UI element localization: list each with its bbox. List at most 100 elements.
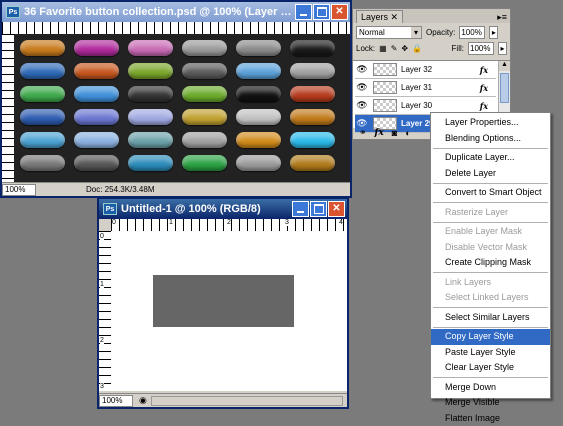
glossy-button-shape — [236, 132, 281, 148]
adjustment-layer-icon[interactable]: ◐ — [405, 128, 410, 138]
layer-name: Layer 30 — [401, 101, 432, 110]
visibility-eye-icon[interactable]: 👁 — [355, 64, 369, 75]
layer-thumbnail — [373, 63, 397, 76]
menu-item-link-layers: Link Layers — [431, 275, 550, 291]
fx-icon[interactable]: fx — [480, 65, 488, 75]
menu-item-convert-smart-object[interactable]: Convert to Smart Object — [431, 185, 550, 201]
menu-separator — [433, 307, 548, 308]
fill-field[interactable]: 100% — [468, 42, 494, 55]
glossy-button-shape — [290, 63, 335, 79]
untitled-titlebar[interactable]: Ps Untitled-1 @ 100% (RGB/8) — [99, 199, 347, 219]
layer-row[interactable]: 👁 Layer 32 fx — [355, 61, 496, 79]
menu-item-paste-layer-style[interactable]: Paste Layer Style — [431, 345, 550, 361]
visibility-eye-icon[interactable]: 👁 — [355, 100, 369, 111]
lock-label: Lock: — [356, 44, 375, 53]
menu-separator — [433, 327, 548, 328]
layer-name: Layer 31 — [401, 83, 432, 92]
glossy-button-shape — [74, 40, 119, 56]
layer-context-menu[interactable]: Layer Properties... Blending Options... … — [430, 112, 551, 399]
glossy-button-shape — [128, 40, 173, 56]
fx-icon[interactable]: fx — [480, 101, 488, 111]
ruler-label: 3 — [100, 383, 104, 390]
glossy-button-shape — [236, 155, 281, 171]
menu-item-blending-options[interactable]: Blending Options... — [431, 131, 550, 147]
opacity-arrow-icon[interactable]: ▸ — [489, 26, 498, 39]
close-button[interactable] — [331, 4, 348, 20]
glossy-button-shape — [20, 109, 65, 125]
vertical-ruler — [2, 34, 14, 182]
add-mask-icon[interactable]: ◙ — [392, 128, 397, 138]
menu-separator — [433, 222, 548, 223]
fx-add-style-icon[interactable]: fx — [375, 128, 384, 138]
ruler-label: 2 — [227, 219, 231, 226]
ruler-label: 2 — [100, 337, 104, 344]
menu-item-clear-layer-style[interactable]: Clear Layer Style — [431, 360, 550, 376]
glossy-button-shape — [74, 132, 119, 148]
lock-transparent-icon[interactable]: ▦ — [379, 44, 387, 53]
gray-rectangle-shape[interactable] — [153, 275, 294, 327]
menu-item-select-similar-layers[interactable]: Select Similar Layers — [431, 310, 550, 326]
glossy-button-shape — [290, 86, 335, 102]
document-window-buttons[interactable]: Ps 36 Favorite button collection.psd @ 1… — [0, 0, 352, 198]
zoom-field[interactable]: 100% — [2, 184, 36, 196]
menu-item-flatten-image[interactable]: Flatten Image — [431, 411, 550, 426]
canvas[interactable] — [111, 231, 347, 391]
horizontal-scrollbar[interactable] — [151, 396, 343, 406]
minimize-button[interactable] — [292, 201, 309, 217]
lock-pixels-icon[interactable]: ✎ — [391, 44, 398, 53]
lock-all-icon[interactable]: 🔒 — [412, 44, 422, 53]
panel-menu-icon[interactable]: ▸≡ — [497, 12, 507, 23]
close-button[interactable] — [328, 201, 345, 217]
tab-layers[interactable]: Layers ✕ — [356, 10, 403, 23]
layer-thumbnail — [373, 81, 397, 94]
glossy-button-shape — [74, 86, 119, 102]
glossy-button-shape — [20, 86, 65, 102]
visibility-eye-icon[interactable]: 👁 — [355, 82, 369, 93]
menu-item-duplicate-layer[interactable]: Duplicate Layer... — [431, 150, 550, 166]
blend-mode-select[interactable]: Normal▾ — [356, 26, 422, 39]
menu-item-copy-layer-style[interactable]: Copy Layer Style — [431, 329, 550, 345]
menu-separator — [433, 202, 548, 203]
maximize-button[interactable] — [310, 201, 327, 217]
canvas[interactable] — [14, 34, 350, 182]
close-icon[interactable]: ✕ — [391, 12, 399, 22]
vertical-ruler: 0 1 2 3 — [99, 231, 111, 391]
glossy-button-shape — [128, 132, 173, 148]
menu-item-create-clipping-mask[interactable]: Create Clipping Mask — [431, 255, 550, 271]
glossy-button-shape — [290, 109, 335, 125]
glossy-button-shape — [20, 63, 65, 79]
glossy-button-shape — [182, 86, 227, 102]
layers-tab-label: Layers — [361, 12, 388, 22]
scroll-thumb[interactable] — [500, 73, 509, 103]
photoshop-document-icon: Ps — [103, 203, 117, 215]
zoom-field[interactable]: 100% — [99, 395, 133, 407]
maximize-button[interactable] — [313, 4, 330, 20]
layer-row[interactable]: 👁 Layer 31 fx — [355, 79, 496, 97]
document-window-untitled[interactable]: Ps Untitled-1 @ 100% (RGB/8) 0 1 2 3 4 0… — [97, 197, 349, 409]
link-layers-icon[interactable]: ⚭ — [359, 127, 367, 138]
glossy-button-shape — [128, 86, 173, 102]
menu-item-rasterize-layer: Rasterize Layer — [431, 205, 550, 221]
fill-arrow-icon[interactable]: ▸ — [498, 42, 507, 55]
opacity-field[interactable]: 100% — [459, 26, 485, 39]
menu-item-delete-layer[interactable]: Delete Layer — [431, 166, 550, 182]
glossy-button-shape — [74, 63, 119, 79]
status-menu-icon[interactable]: ◉ — [139, 395, 147, 406]
lock-position-icon[interactable]: ✥ — [401, 44, 408, 53]
chevron-down-icon: ▾ — [411, 27, 421, 38]
document-titlebar[interactable]: Ps 36 Favorite button collection.psd @ 1… — [2, 2, 350, 22]
glossy-button-shape — [182, 109, 227, 125]
menu-item-layer-properties[interactable]: Layer Properties... — [431, 115, 550, 131]
layer-name: Layer 32 — [401, 65, 432, 74]
menu-item-merge-down[interactable]: Merge Down — [431, 380, 550, 396]
untitled-title: Untitled-1 @ 100% (RGB/8) — [121, 203, 292, 215]
glossy-button-shape — [182, 63, 227, 79]
ruler-label: 4 — [339, 219, 343, 226]
fx-icon[interactable]: fx — [480, 83, 488, 93]
minimize-button[interactable] — [295, 4, 312, 20]
menu-item-merge-visible[interactable]: Merge Visible — [431, 395, 550, 411]
menu-item-enable-layer-mask: Enable Layer Mask — [431, 224, 550, 240]
glossy-button-shape — [20, 40, 65, 56]
photoshop-document-icon: Ps — [6, 6, 20, 18]
scroll-up-icon[interactable]: ▲ — [499, 61, 510, 71]
